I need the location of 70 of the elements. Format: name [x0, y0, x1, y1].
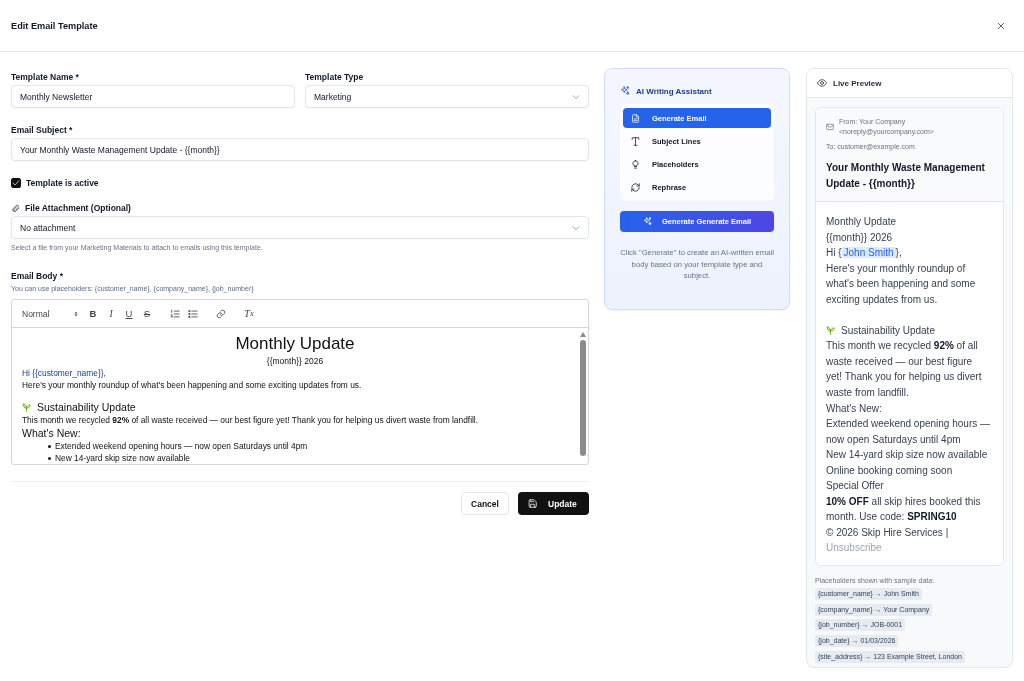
greeting-text: Hi { John Smith }, [826, 246, 903, 261]
save-icon [528, 499, 537, 508]
paragraph-text: Here's your monthly roundup of what's been happening and some exciting updates from us. [22, 379, 363, 391]
dialog-title: Edit Email Template [11, 20, 98, 31]
bold-button[interactable]: B [84, 304, 102, 323]
preview-text: New 14-yard skip size now available [826, 448, 989, 463]
cancel-button[interactable]: Cancel [461, 492, 509, 515]
leaf-icon [22, 402, 31, 412]
up-down-arrows-icon [73, 309, 79, 318]
preview-text: This month we recycled 92% of all waste received — our best figure yet! Thank you for helping us divert waste from landfill. [826, 339, 983, 400]
bullet-list-icon[interactable] [188, 308, 198, 319]
scrollbar-thumb[interactable] [580, 340, 586, 456]
bullet-icon [48, 444, 51, 448]
field-label: Template Type [305, 72, 365, 83]
close-icon[interactable] [997, 21, 1005, 30]
panel-title: AI Writing Assistant [636, 86, 712, 96]
email-date-line: {{month}} 2026 [265, 355, 325, 367]
preview-text: {{month}} 2026 [826, 230, 894, 245]
preview-text: Here's your monthly roundup of what's been happening and some exciting updates from us. [826, 261, 977, 307]
italic-button[interactable]: I [102, 304, 120, 323]
template-name-input[interactable]: Monthly Newsletter [11, 85, 295, 108]
bullet-text: New 14-yard skip size now available [55, 452, 190, 464]
envelope-icon [826, 123, 834, 131]
footer-text: © 2026 Skip Hire Services | Unsubscribe [826, 525, 950, 556]
preview-text: Monthly Update [826, 215, 898, 229]
section-heading: Sustainability Update [37, 400, 136, 414]
preview-text: 10% OFF all skip hires booked this month. Use code: SPRING10 [826, 494, 982, 525]
chevron-down-icon [572, 92, 580, 101]
email-body-editor[interactable] [11, 299, 589, 465]
field-label: File Attachment (Optional) [25, 203, 131, 214]
scroll-up-icon[interactable] [580, 332, 586, 337]
preview-text: What's New: [826, 401, 883, 416]
section-heading: What's New: [22, 426, 82, 440]
field-label: Email Subject * [11, 125, 74, 136]
lightbulb-icon [631, 159, 640, 169]
leaf-icon [826, 326, 835, 336]
bullet-text: Extended weekend opening hours — now open Saturdays until 4pm [55, 440, 308, 452]
paperclip-icon [11, 204, 20, 213]
update-button[interactable]: Update [518, 492, 589, 515]
email-subject: Your Monthly Waste Management Update - {{month}} [826, 161, 986, 191]
refresh-icon [631, 182, 640, 192]
section-heading: Sustainability Update [841, 323, 935, 338]
sparkle-icon [642, 217, 652, 226]
active-checkbox[interactable] [11, 177, 21, 188]
field-label: Template Name * [11, 72, 80, 83]
email-subject-input[interactable]: Your Monthly Waste Management Update - {{month}} [11, 138, 589, 161]
checkbox-label: Template is active [26, 177, 99, 188]
document-icon [631, 113, 640, 123]
preview-text: Online booking coming soon [826, 463, 954, 478]
attachment-select[interactable]: No attachment [11, 216, 589, 239]
strike-button[interactable]: S [138, 304, 156, 323]
check-icon [12, 178, 20, 187]
eye-icon [817, 78, 827, 88]
link-icon[interactable] [216, 308, 226, 319]
template-type-select[interactable]: Marketing [305, 85, 589, 108]
underline-button[interactable]: U [120, 304, 138, 323]
greeting-text: Hi {{customer_name}}, [22, 367, 107, 379]
numbered-list-icon[interactable] [170, 308, 180, 319]
preview-text: Extended weekend opening hours — now open Saturdays until 4pm [826, 417, 990, 447]
email-title: Monthly Update [234, 333, 356, 355]
format-dropdown[interactable]: Normal [22, 308, 84, 319]
sparkle-icon [620, 86, 630, 96]
panel-title: Live Preview [833, 78, 882, 88]
placeholder-highlight: John Smith [841, 247, 896, 259]
preview-text: Special Offer [826, 479, 885, 494]
chevron-down-icon [572, 223, 580, 232]
bullet-icon [48, 456, 51, 460]
field-label: Email Body * [11, 271, 64, 282]
text-icon [631, 136, 640, 146]
paragraph-text: This month we recycled 92% of all waste received — our best figure yet! Thank you for helping us divert waste from landfill. [22, 414, 480, 426]
